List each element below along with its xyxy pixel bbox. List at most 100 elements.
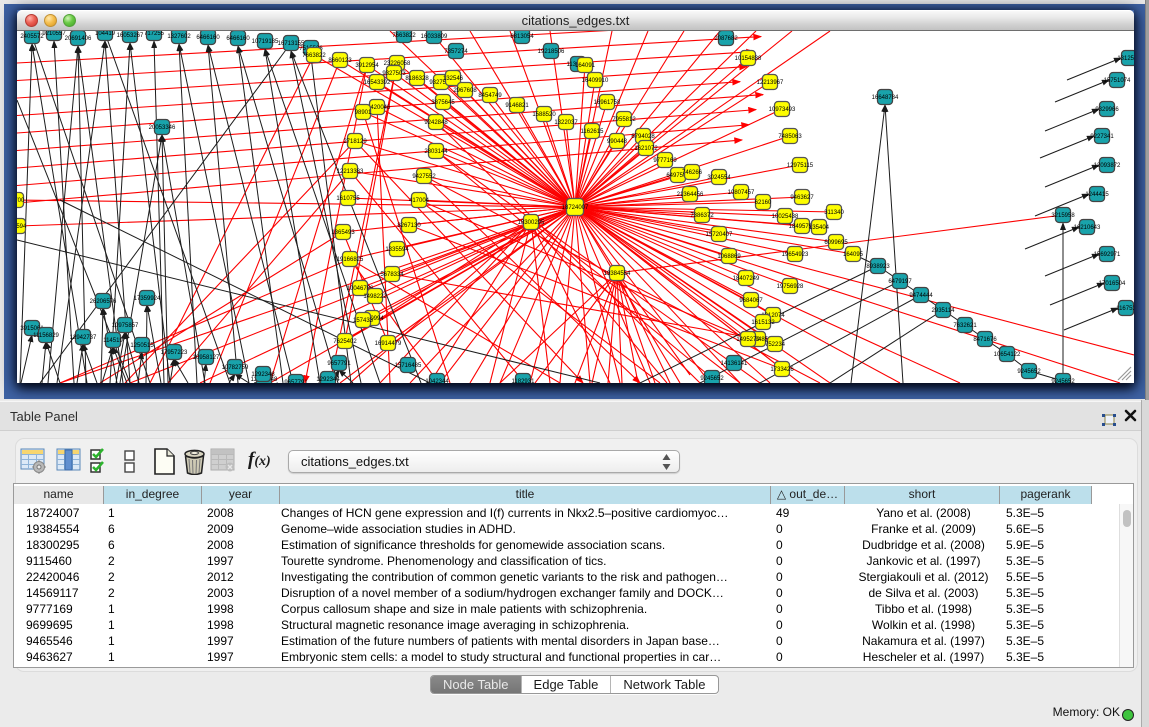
svg-text:8267130: 8267130: [397, 223, 421, 229]
svg-text:18724007: 18724007: [562, 205, 589, 211]
svg-text:21364456: 21364456: [677, 192, 704, 198]
svg-text:1250515: 1250515: [130, 343, 154, 349]
svg-text:6466160: 6466160: [226, 36, 250, 42]
svg-text:1610755: 1610755: [336, 196, 360, 202]
svg-text:2087682: 2087682: [714, 36, 738, 42]
svg-text:6466160: 6466160: [196, 35, 220, 41]
svg-text:14136141: 14136141: [721, 361, 748, 367]
svg-text:10654122: 10654122: [994, 352, 1021, 358]
svg-text:8186328: 8186328: [405, 76, 429, 82]
svg-text:10719185: 10719185: [252, 39, 279, 45]
svg-text:6099695: 6099695: [824, 240, 848, 246]
svg-text:9245652: 9245652: [700, 376, 724, 382]
svg-text:752234: 752234: [765, 342, 786, 348]
svg-text:1244415: 1244415: [1085, 192, 1109, 198]
svg-text:16409910: 16409910: [582, 78, 609, 84]
svg-text:15716485: 15716485: [395, 363, 422, 369]
svg-text:311340: 311340: [824, 210, 844, 216]
svg-text:10154838: 10154838: [735, 56, 762, 62]
svg-text:164095: 164095: [843, 252, 864, 258]
svg-text:1733426: 1733426: [770, 367, 794, 373]
svg-text:10958127: 10958127: [193, 355, 220, 361]
svg-text:18300295: 18300295: [518, 220, 545, 226]
svg-text:9245652: 9245652: [1051, 379, 1075, 385]
svg-text:3024554: 3024554: [707, 175, 731, 181]
svg-text:9474444: 9474444: [909, 293, 933, 299]
svg-text:10782759: 10782759: [222, 365, 249, 371]
svg-text:104419: 104419: [95, 31, 116, 37]
svg-text:16648784: 16648784: [872, 95, 899, 101]
svg-text:8660123: 8660123: [328, 58, 352, 64]
svg-text:10975857: 10975857: [112, 323, 139, 329]
svg-text:16033809: 16033809: [421, 34, 448, 40]
svg-text:20053346: 20053346: [149, 125, 176, 131]
svg-text:6794028: 6794028: [631, 134, 655, 140]
svg-text:7632621: 7632621: [953, 323, 977, 329]
svg-text:8938923: 8938923: [866, 264, 890, 270]
svg-text:19756928: 19756928: [777, 284, 804, 290]
svg-text:1495279: 1495279: [736, 337, 760, 343]
svg-text:7663822: 7663822: [392, 33, 416, 39]
svg-text:7357274: 7357274: [444, 49, 468, 55]
svg-text:132546: 132546: [443, 76, 464, 82]
svg-text:2405572: 2405572: [20, 34, 44, 40]
svg-text:19654923: 19654923: [782, 252, 809, 258]
svg-text:7955812: 7955812: [612, 117, 636, 123]
svg-text:16914479: 16914479: [375, 341, 402, 347]
svg-text:17016504: 17016504: [1099, 281, 1126, 287]
svg-text:1498222: 1498222: [363, 294, 387, 300]
svg-text:2935114: 2935114: [932, 308, 956, 314]
svg-text:9210557: 9210557: [42, 31, 66, 37]
svg-text:12975115: 12975115: [787, 163, 814, 169]
svg-text:9245652: 9245652: [1017, 369, 1041, 375]
svg-text:17957223: 17957223: [161, 350, 188, 356]
svg-text:2718129: 2718129: [343, 139, 367, 145]
svg-text:9657791: 9657791: [284, 380, 308, 386]
svg-text:9329966: 9329966: [1095, 107, 1119, 113]
svg-text:12093872: 12093872: [1094, 163, 1121, 169]
svg-text:1621072: 1621072: [634, 146, 658, 152]
svg-text:9463627: 9463627: [790, 195, 814, 201]
svg-text:15692971: 15692971: [1094, 252, 1121, 258]
svg-text:2967608: 2967608: [453, 88, 477, 94]
svg-text:990448: 990448: [607, 139, 628, 145]
svg-text:6479197: 6479197: [888, 279, 912, 285]
svg-text:1068869: 1068869: [717, 254, 741, 260]
svg-text:1327602: 1327602: [167, 34, 191, 40]
svg-text:16961758: 16961758: [594, 100, 621, 106]
svg-text:15720407: 15720407: [706, 232, 733, 238]
svg-text:2803144: 2803144: [424, 149, 448, 155]
svg-text:62160: 62160: [755, 200, 772, 206]
svg-text:1365493: 1365493: [331, 230, 355, 236]
svg-text:1042344: 1042344: [425, 379, 449, 385]
svg-text:1322037: 1322037: [554, 120, 578, 126]
svg-text:20691406: 20691406: [65, 36, 92, 42]
svg-text:9657791: 9657791: [327, 361, 351, 367]
svg-text:10025438: 10025438: [772, 214, 799, 220]
svg-text:17359924: 17359924: [134, 296, 161, 302]
svg-text:9684067: 9684067: [739, 298, 763, 304]
svg-text:18407249: 18407249: [733, 276, 760, 282]
svg-text:9227341: 9227341: [1090, 134, 1114, 140]
svg-text:8813054: 8813054: [510, 34, 534, 40]
svg-text:135404: 135404: [809, 225, 830, 231]
svg-text:16543392: 16543392: [364, 80, 391, 86]
svg-text:41700: 41700: [8, 198, 25, 204]
svg-text:1292348: 1292348: [251, 372, 275, 378]
svg-text:7663822: 7663822: [302, 53, 326, 59]
svg-text:19218506: 19218506: [538, 49, 565, 55]
svg-text:26206576: 26206576: [90, 299, 117, 305]
svg-text:7485063: 7485063: [778, 134, 802, 140]
svg-text:417004: 417004: [409, 198, 430, 204]
svg-text:1588520: 1588520: [532, 112, 556, 118]
svg-text:10807457: 10807457: [728, 190, 755, 196]
svg-text:717255: 717255: [144, 31, 165, 37]
svg-text:1162615: 1162615: [581, 129, 605, 135]
svg-text:9777169: 9777169: [653, 158, 677, 164]
svg-text:9327503: 9327503: [382, 71, 406, 77]
svg-text:3875645: 3875645: [431, 100, 455, 106]
svg-text:11156829: 11156829: [33, 333, 59, 339]
svg-text:157433: 157433: [353, 318, 374, 324]
svg-text:5678334: 5678334: [380, 272, 404, 278]
svg-text:164091: 164091: [575, 63, 596, 69]
